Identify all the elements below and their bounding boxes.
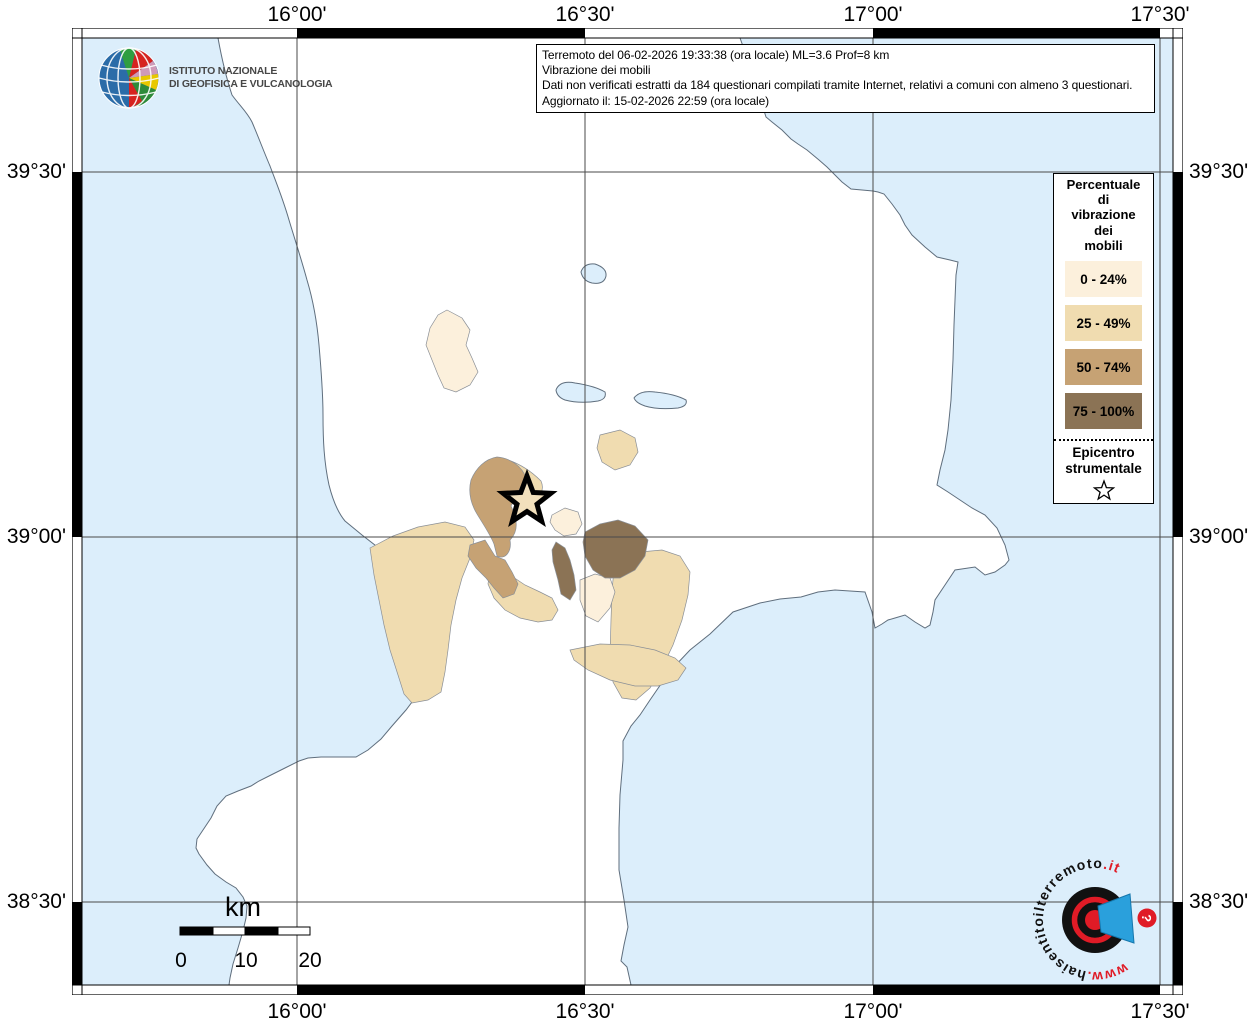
ingv-name-line2: DI GEOFISICA E VULCANOLOGIA — [169, 78, 332, 91]
legend-title-line: di — [1054, 192, 1153, 207]
legend-title-line: Percentuale — [1054, 177, 1153, 192]
legend-swatch: 50 - 74% — [1065, 349, 1142, 385]
axis-label-lat: 39°00' — [2, 525, 66, 549]
map-canvas: km 0 10 20 — [72, 28, 1183, 995]
axis-label-lon: 17°30' — [1100, 3, 1220, 27]
legend: Percentuale di vibrazione dei mobili 0 -… — [1053, 173, 1154, 504]
ingv-logo: ISTITUTO NAZIONALE DI GEOFISICA E VULCAN… — [98, 47, 332, 109]
axis-label-lon: 16°30' — [525, 1000, 645, 1024]
legend-swatch-label: 25 - 49% — [1076, 316, 1130, 331]
scale-bar-unit: km — [225, 892, 261, 922]
legend-swatch-label: 75 - 100% — [1073, 404, 1135, 419]
info-line-event: Terremoto del 06-02-2026 19:33:38 (ora l… — [542, 48, 1149, 63]
axis-label-lon: 17°00' — [813, 3, 933, 27]
legend-title-line: vibrazione — [1054, 207, 1153, 222]
axis-label-lat: 39°30' — [1189, 160, 1255, 184]
axis-label-lat: 39°30' — [2, 160, 66, 184]
logo-url-www: www. — [1085, 960, 1132, 985]
legend-swatch: 25 - 49% — [1065, 305, 1142, 341]
page: { "branding": { "ingv_line1": "ISTITUTO … — [0, 0, 1255, 1024]
legend-title-line: dei — [1054, 223, 1153, 238]
legend-epicenter-label: strumentale — [1054, 461, 1153, 477]
logo-question-mark: ? — [1139, 913, 1155, 922]
axis-label-lon: 17°30' — [1100, 1000, 1220, 1024]
legend-title-line: mobili — [1054, 238, 1153, 253]
legend-epicenter-label: Epicentro — [1054, 445, 1153, 461]
legend-star-icon — [1092, 479, 1116, 503]
legend-swatch: 75 - 100% — [1065, 393, 1142, 429]
legend-swatch-label: 0 - 24% — [1080, 272, 1127, 287]
axis-label-lon: 16°00' — [237, 1000, 357, 1024]
ingv-globe-icon — [98, 47, 160, 109]
legend-divider — [1054, 439, 1153, 441]
info-line-source: Dati non verificati estratti da 184 ques… — [542, 78, 1149, 93]
scale-tick: 10 — [234, 949, 257, 972]
info-line-type: Vibrazione dei mobili — [542, 63, 1149, 78]
haisentito-logo: ? www.haisentito ilterremoto.it — [1023, 848, 1168, 993]
axis-label-lat: 39°00' — [1189, 525, 1255, 549]
legend-swatch: 0 - 24% — [1065, 261, 1142, 297]
scale-tick: 20 — [298, 949, 321, 972]
logo-url-tld: .it — [1102, 856, 1123, 876]
legend-swatch-label: 50 - 74% — [1076, 360, 1130, 375]
ingv-name-line1: ISTITUTO NAZIONALE — [169, 65, 332, 78]
axis-label-lon: 17°00' — [813, 1000, 933, 1024]
axis-label-lat: 38°30' — [1189, 890, 1255, 914]
earthquake-info-box: Terremoto del 06-02-2026 19:33:38 (ora l… — [536, 44, 1155, 113]
info-line-updated: Aggiornato il: 15-02-2026 22:59 (ora loc… — [542, 94, 1149, 109]
axis-label-lon: 16°30' — [525, 3, 645, 27]
scale-tick: 0 — [175, 949, 187, 972]
axis-label-lon: 16°00' — [237, 3, 357, 27]
axis-label-lat: 38°30' — [2, 890, 66, 914]
